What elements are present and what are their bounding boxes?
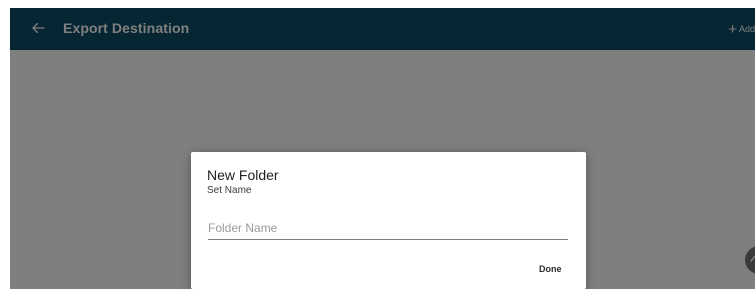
new-folder-dialog: New Folder Set Name Done	[191, 152, 586, 289]
dialog-subtitle: Set Name	[207, 185, 252, 196]
done-button[interactable]: Done	[535, 260, 566, 278]
export-destination-page: Export Destination + Add New Folder Set …	[0, 0, 755, 289]
folder-name-input[interactable]	[208, 220, 568, 240]
dialog-title: New Folder	[207, 167, 279, 183]
chevron-up-icon	[748, 251, 755, 267]
